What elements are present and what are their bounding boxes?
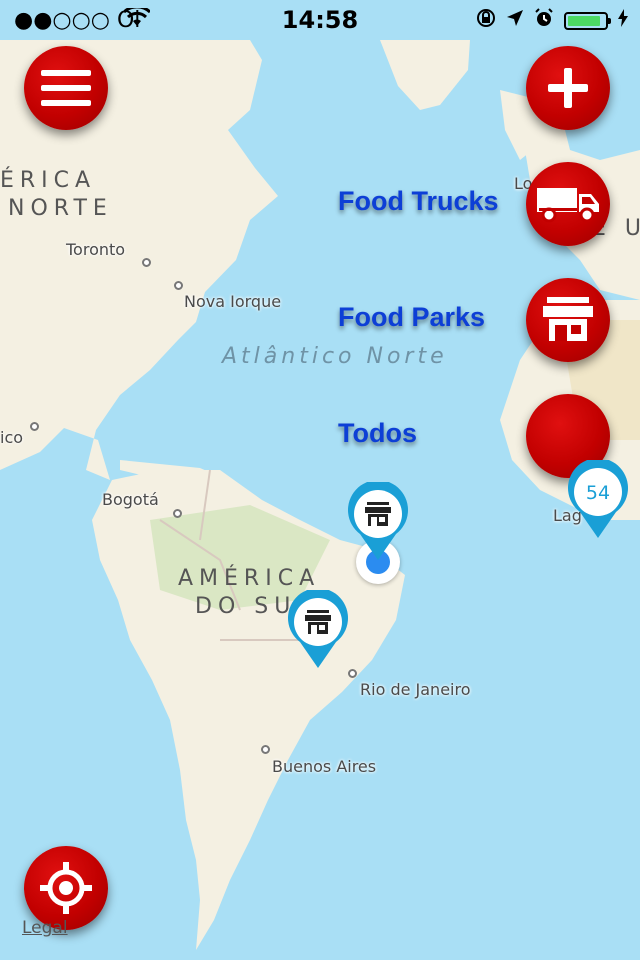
city-label-toronto: Toronto (66, 240, 126, 259)
food-trucks-button[interactable] (526, 162, 610, 246)
region-label-america-norte-2: NORTE (8, 196, 113, 221)
region-label-america-sul-1: AMÉRICA (178, 566, 321, 591)
cluster-count: 54 (585, 482, 611, 504)
crosshair-icon (40, 862, 92, 914)
cluster-pin[interactable]: 54 (566, 458, 630, 548)
city-dot-buenos-aires (261, 745, 270, 754)
city-dot-bogota (173, 509, 182, 518)
food-parks-button[interactable] (526, 278, 610, 362)
city-label-nova-iorque: Nova Iorque (184, 292, 282, 311)
todos-label[interactable]: Todos (338, 418, 417, 449)
city-label-rio: Rio de Janeiro (360, 680, 471, 699)
city-dot-mexico (30, 422, 39, 431)
city-dot-toronto (142, 258, 151, 267)
city-label-bogota: Bogotá (102, 490, 159, 509)
rotation-lock-icon (476, 8, 496, 33)
city-label-mexico: ico (0, 428, 24, 447)
charging-bolt-icon (618, 9, 628, 32)
alarm-icon (534, 8, 554, 33)
hamburger-icon (41, 68, 91, 108)
map-canvas[interactable] (0, 0, 640, 960)
city-dot-nova-iorque (174, 281, 183, 290)
truck-icon (535, 184, 601, 224)
food-trucks-label[interactable]: Food Trucks (338, 186, 499, 217)
food-park-pin[interactable] (346, 480, 410, 570)
food-parks-label[interactable]: Food Parks (338, 302, 485, 333)
city-label-buenos-aires: Buenos Aires (272, 757, 377, 776)
add-button[interactable] (526, 46, 610, 130)
ocean-label: Atlântico Norte (222, 344, 448, 369)
battery-level (568, 15, 600, 26)
region-label-america-norte-1: ÉRICA (0, 168, 97, 193)
plus-icon (548, 68, 588, 108)
food-park-pin[interactable] (286, 588, 350, 678)
storefront-icon (543, 297, 593, 343)
battery-icon (564, 11, 611, 30)
status-bar: ●●○○○ Oi 14:58 (0, 0, 640, 40)
legal-link[interactable]: Legal (22, 918, 68, 938)
menu-button[interactable] (24, 46, 108, 130)
location-arrow-icon (506, 9, 524, 32)
